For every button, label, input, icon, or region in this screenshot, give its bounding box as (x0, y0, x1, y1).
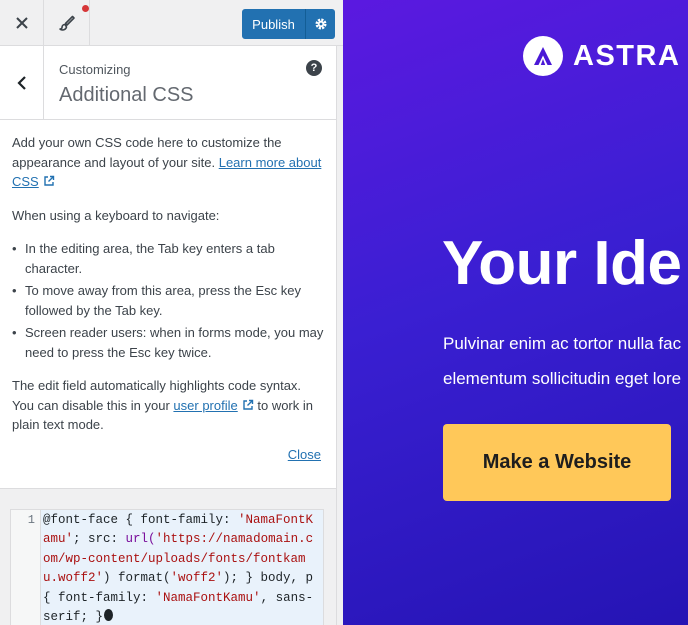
syntax-paragraph: The edit field automatically highlights … (12, 376, 324, 435)
code-token: { font-family: (118, 513, 239, 527)
hero-text-line: elementum sollicitudin eget lore (443, 369, 682, 388)
text-cursor (104, 609, 114, 622)
back-button[interactable] (0, 46, 44, 119)
code-token-function: url( (125, 532, 156, 547)
keyboard-tips-list: In the editing area, the Tab key enters … (12, 239, 324, 362)
breadcrumb: Customizing (59, 62, 131, 77)
intro-paragraph: Add your own CSS code here to customize … (12, 133, 324, 192)
publish-button[interactable]: Publish (242, 9, 305, 39)
hero-heading: Your Ide (442, 229, 682, 298)
code-token: ) format( (103, 571, 171, 586)
hero-text-line: Pulvinar enim ac tortor nulla fac (443, 334, 682, 353)
help-icon[interactable]: ? (306, 60, 322, 76)
section-title: Additional CSS (59, 84, 194, 106)
list-item: In the editing area, the Tab key enters … (12, 239, 324, 278)
list-item: To move away from this area, press the E… (12, 281, 324, 320)
astra-logo[interactable]: ASTRA (523, 36, 680, 76)
sidebar-scrollbar[interactable] (336, 46, 343, 625)
code-token-at-rule: @font-face (43, 513, 119, 527)
line-gutter: 1 (11, 510, 41, 625)
brush-icon (58, 15, 75, 31)
code-token-string: 'woff2' (170, 571, 224, 586)
gear-icon (314, 18, 327, 30)
close-description-link[interactable]: Close (288, 445, 321, 465)
customizer-topbar: Publish (0, 0, 343, 46)
publish-settings-button[interactable] (305, 9, 335, 39)
astra-logo-text: ASTRA (573, 39, 681, 72)
keyboard-heading: When using a keyboard to navigate: (12, 207, 220, 223)
list-item: Screen reader users: when in forms mode,… (12, 323, 324, 362)
publish-group: Publish (242, 9, 335, 39)
line-number: 1 (27, 513, 35, 527)
css-code-editor[interactable]: 1 @font-face { font-family: 'NamaFontKam… (10, 509, 324, 625)
close-icon (15, 17, 28, 29)
external-link-icon (44, 175, 54, 186)
section-header: Customizing Additional CSS ? (0, 46, 336, 120)
close-customizer-button[interactable] (0, 0, 44, 46)
code-content[interactable]: @font-face { font-family: 'NamaFontKamu'… (43, 511, 325, 625)
user-profile-link[interactable]: user profile (173, 398, 237, 413)
code-token: ; src: (73, 532, 126, 547)
code-token-string: 'NamaFontKamu' (155, 590, 261, 605)
css-description: Add your own CSS code here to customize … (0, 120, 336, 489)
astra-logo-icon (523, 36, 563, 76)
external-link-icon (243, 399, 253, 410)
customizer-sidebar: Publish Customizing Additional CSS ? Add… (0, 0, 343, 625)
site-preview: ASTRA Your Ide Pulvinar enim ac tortor n… (343, 0, 688, 625)
chevron-left-icon (16, 75, 26, 90)
make-website-button[interactable]: Make a Website (443, 424, 671, 501)
notification-dot (82, 5, 89, 12)
